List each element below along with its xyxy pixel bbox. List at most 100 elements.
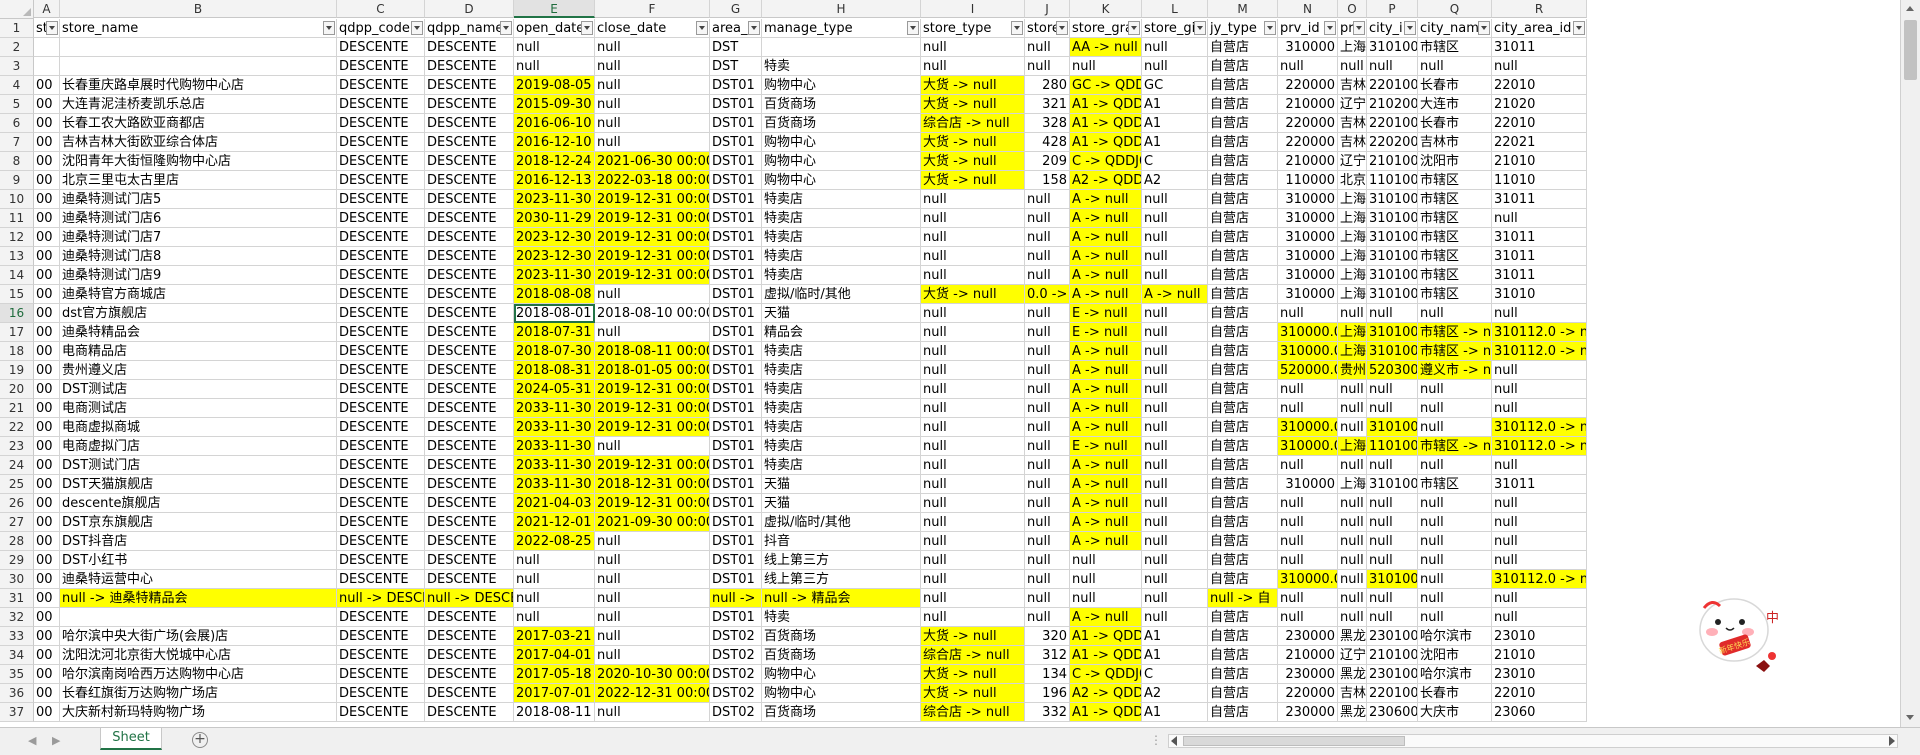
row-number[interactable]: 36: [0, 684, 34, 703]
table-cell[interactable]: 31011: [1492, 228, 1587, 247]
column-header-D[interactable]: qdpp_name: [425, 19, 514, 38]
table-cell[interactable]: 00: [34, 608, 60, 627]
table-cell[interactable]: null: [1142, 399, 1208, 418]
table-cell[interactable]: 长春市: [1418, 684, 1492, 703]
column-header-L[interactable]: store_gi: [1142, 19, 1208, 38]
table-cell[interactable]: 哈尔滨市: [1418, 665, 1492, 684]
table-cell[interactable]: 428: [1025, 133, 1070, 152]
table-cell[interactable]: 天猫: [762, 494, 921, 513]
table-cell[interactable]: 大庆市: [1418, 703, 1492, 722]
row-number[interactable]: 12: [0, 228, 34, 247]
table-cell[interactable]: 大货 -> null: [921, 665, 1025, 684]
filter-dropdown-icon[interactable]: [1194, 21, 1206, 35]
table-cell[interactable]: null: [921, 589, 1025, 608]
row-number[interactable]: 35: [0, 665, 34, 684]
row-number[interactable]: 25: [0, 475, 34, 494]
table-cell[interactable]: 抖音: [762, 532, 921, 551]
table-cell[interactable]: null: [1142, 551, 1208, 570]
table-cell[interactable]: A1: [1142, 133, 1208, 152]
filter-dropdown-icon[interactable]: [500, 21, 512, 35]
table-cell[interactable]: null: [1025, 247, 1070, 266]
table-cell[interactable]: null: [595, 589, 710, 608]
table-cell[interactable]: null: [1418, 418, 1492, 437]
table-cell[interactable]: DST: [710, 57, 762, 76]
table-cell[interactable]: 辽宁省: [1338, 95, 1367, 114]
table-cell[interactable]: 31010: [1492, 285, 1587, 304]
column-header-B[interactable]: store_name: [60, 19, 337, 38]
row-number[interactable]: 23: [0, 437, 34, 456]
table-cell[interactable]: A -> null: [1070, 494, 1142, 513]
horizontal-scrollbar[interactable]: [1168, 734, 1898, 748]
column-header-E[interactable]: open_date: [514, 19, 595, 38]
table-cell[interactable]: 市辖区 -> nu: [1418, 437, 1492, 456]
sheet-tab[interactable]: Sheet: [100, 728, 162, 750]
table-cell[interactable]: 线上第三方: [762, 551, 921, 570]
table-cell[interactable]: 电商虚拟商城: [60, 418, 337, 437]
table-cell[interactable]: 00: [34, 703, 60, 722]
column-letter-H[interactable]: H: [762, 0, 921, 18]
table-cell[interactable]: 22010: [1492, 684, 1587, 703]
table-cell[interactable]: 吉林省: [1338, 133, 1367, 152]
table-cell[interactable]: null: [1025, 266, 1070, 285]
table-cell[interactable]: 市辖区 -> nu: [1418, 342, 1492, 361]
column-header-Q[interactable]: city_name: [1418, 19, 1492, 38]
table-cell[interactable]: 沈阳青年大街恒隆购物中心店: [60, 152, 337, 171]
table-cell[interactable]: A1 -> QDDJ0: [1070, 627, 1142, 646]
table-cell[interactable]: DESCENTE: [337, 190, 425, 209]
row-number[interactable]: 31: [0, 589, 34, 608]
table-cell[interactable]: DESCENTE: [425, 456, 514, 475]
table-cell[interactable]: null: [1418, 399, 1492, 418]
table-cell[interactable]: 长春重庆路卓展时代购物中心店: [60, 76, 337, 95]
table-cell[interactable]: 大连市: [1418, 95, 1492, 114]
table-cell[interactable]: 21010: [1492, 646, 1587, 665]
table-cell[interactable]: null: [1418, 304, 1492, 323]
table-cell[interactable]: DESCENTE: [425, 532, 514, 551]
table-cell[interactable]: 00: [34, 380, 60, 399]
table-cell[interactable]: 2021-09-30 00:00:: [595, 513, 710, 532]
table-cell[interactable]: 00: [34, 513, 60, 532]
table-cell[interactable]: null: [1338, 570, 1367, 589]
column-letter-J[interactable]: J: [1025, 0, 1070, 18]
table-cell[interactable]: 520000.0: [1278, 361, 1338, 380]
table-cell[interactable]: null: [1142, 494, 1208, 513]
table-cell[interactable]: 2023-11-30 00: [514, 266, 595, 285]
table-cell[interactable]: null: [1025, 532, 1070, 551]
table-cell[interactable]: DST02: [710, 665, 762, 684]
table-cell[interactable]: 31011: [1492, 190, 1587, 209]
table-cell[interactable]: DESCENTE: [425, 703, 514, 722]
table-cell[interactable]: null: [1367, 532, 1418, 551]
table-cell[interactable]: DESCENTE: [425, 95, 514, 114]
table-cell[interactable]: null: [1492, 589, 1587, 608]
table-cell[interactable]: E -> null: [1070, 304, 1142, 323]
table-cell[interactable]: 上海市: [1338, 323, 1367, 342]
prev-sheet-arrow-icon[interactable]: ◀: [28, 735, 40, 747]
row-number[interactable]: 37: [0, 703, 34, 722]
table-cell[interactable]: 210100: [1367, 646, 1418, 665]
table-cell[interactable]: A -> null: [1070, 456, 1142, 475]
table-cell[interactable]: 自营店: [1208, 323, 1278, 342]
table-cell[interactable]: 特卖店: [762, 380, 921, 399]
table-cell[interactable]: 310100: [1367, 38, 1418, 57]
table-cell[interactable]: null: [1142, 589, 1208, 608]
table-cell[interactable]: null: [1492, 456, 1587, 475]
filter-dropdown-icon[interactable]: [907, 21, 919, 35]
table-cell[interactable]: DST01: [710, 228, 762, 247]
table-cell[interactable]: 沈阳市: [1418, 646, 1492, 665]
table-cell[interactable]: null: [1278, 532, 1338, 551]
table-cell[interactable]: DST01: [710, 494, 762, 513]
table-cell[interactable]: null: [1142, 190, 1208, 209]
table-cell[interactable]: [34, 38, 60, 57]
table-cell[interactable]: 220100: [1367, 684, 1418, 703]
table-cell[interactable]: A -> null: [1070, 209, 1142, 228]
add-sheet-plus-icon[interactable]: +: [192, 732, 208, 748]
table-cell[interactable]: 31011: [1492, 247, 1587, 266]
table-cell[interactable]: null: [1338, 304, 1367, 323]
table-cell[interactable]: 特卖店: [762, 399, 921, 418]
table-cell[interactable]: null: [1025, 57, 1070, 76]
table-cell[interactable]: A -> null: [1070, 532, 1142, 551]
table-cell[interactable]: 贵州遵义店: [60, 361, 337, 380]
table-cell[interactable]: 市辖区: [1418, 475, 1492, 494]
table-cell[interactable]: 上海市: [1338, 266, 1367, 285]
table-cell[interactable]: null: [1142, 475, 1208, 494]
table-cell[interactable]: null: [921, 342, 1025, 361]
